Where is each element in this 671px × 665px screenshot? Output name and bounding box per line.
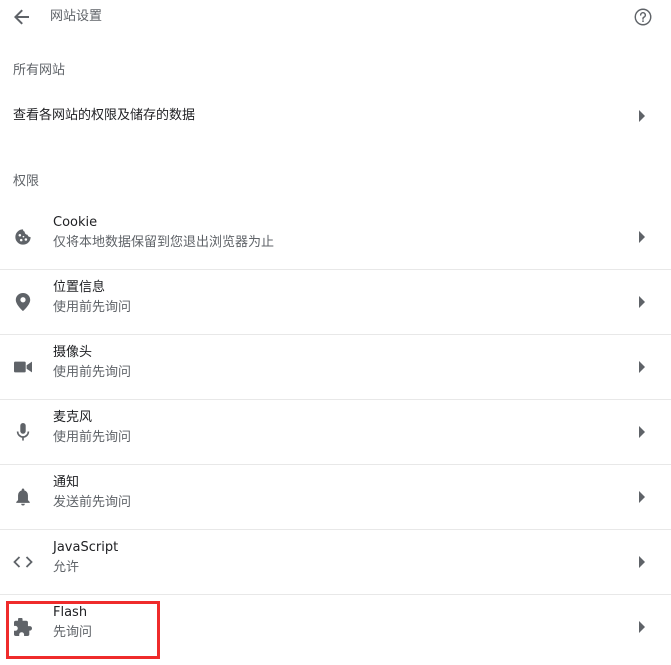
chevron-right-icon (639, 296, 645, 308)
permission-title: 麦克风 (53, 410, 93, 425)
permission-notifications[interactable]: 通知 发送前先询问 (0, 465, 671, 530)
all-sites-link-label: 查看各网站的权限及储存的数据 (13, 108, 196, 123)
bell-icon (13, 487, 33, 507)
permission-title: JavaScript (53, 540, 119, 555)
chevron-right-icon (639, 491, 645, 503)
cookie-icon (13, 227, 33, 247)
permission-title: 通知 (53, 475, 80, 490)
permission-title: Cookie (53, 215, 98, 230)
chevron-right-icon (639, 426, 645, 438)
back-button[interactable] (10, 5, 34, 29)
permission-location[interactable]: 位置信息 使用前先询问 (0, 270, 671, 335)
permission-status: 使用前先询问 (53, 430, 132, 445)
permission-status: 先询问 (53, 625, 93, 640)
puzzle-icon (13, 617, 33, 637)
code-icon (13, 552, 33, 572)
all-sites-link[interactable]: 查看各网站的权限及储存的数据 (0, 96, 671, 136)
all-sites-section-label: 所有网站 (13, 63, 66, 78)
page-title: 网站设置 (50, 9, 103, 24)
permission-status: 使用前先询问 (53, 300, 132, 315)
permission-microphone[interactable]: 麦克风 使用前先询问 (0, 400, 671, 465)
site-settings-page: 网站设置 所有网站 查看各网站的权限及储存的数据 权限 Cookie 仅将本地数… (0, 0, 671, 665)
permissions-section-label: 权限 (13, 174, 40, 189)
permission-title: Flash (53, 605, 88, 620)
help-button[interactable] (632, 6, 654, 28)
chevron-right-icon (639, 621, 645, 633)
arrow-back-icon (14, 9, 29, 25)
chevron-right-icon (639, 556, 645, 568)
help-icon (634, 8, 652, 26)
chevron-right-icon (639, 231, 645, 243)
permission-status: 使用前先询问 (53, 365, 132, 380)
chevron-right-icon (639, 361, 645, 373)
camera-icon (13, 357, 33, 377)
permission-status: 发送前先询问 (53, 495, 132, 510)
permission-javascript[interactable]: JavaScript 允许 (0, 530, 671, 595)
permission-title: 位置信息 (53, 280, 106, 295)
location-icon (13, 292, 33, 312)
permission-cookie[interactable]: Cookie 仅将本地数据保留到您退出浏览器为止 (0, 205, 671, 270)
chevron-right-icon (639, 110, 645, 122)
microphone-icon (13, 422, 33, 442)
permission-camera[interactable]: 摄像头 使用前先询问 (0, 335, 671, 400)
permission-status: 允许 (53, 560, 80, 575)
header: 网站设置 (0, 0, 671, 36)
permission-flash[interactable]: Flash 先询问 (0, 595, 671, 659)
permission-status: 仅将本地数据保留到您退出浏览器为止 (53, 235, 275, 250)
permission-title: 摄像头 (53, 345, 93, 360)
